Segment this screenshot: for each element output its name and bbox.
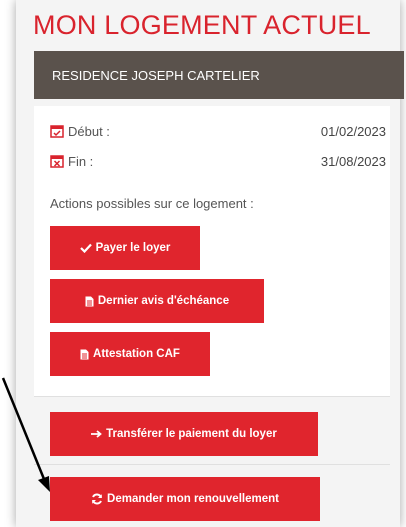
- document-icon: [80, 349, 89, 359]
- caf-certificate-button[interactable]: Attestation CAF: [50, 332, 210, 376]
- refresh-icon: [92, 493, 102, 505]
- end-date-label: Fin :: [68, 154, 94, 169]
- renewal-label: Demander mon renouvellement: [107, 493, 279, 505]
- start-date-label: Début :: [68, 124, 110, 139]
- actions-label: Actions possibles sur ce logement :: [50, 196, 254, 211]
- document-icon: [85, 296, 94, 306]
- pay-rent-label: Payer le loyer: [95, 242, 171, 254]
- residence-header: RESIDENCE JOSEPH CARTELIER: [34, 51, 404, 99]
- arrow-right-icon: [91, 430, 103, 438]
- check-icon: [79, 243, 92, 253]
- pay-rent-button[interactable]: Payer le loyer: [50, 226, 200, 270]
- last-notice-label: Dernier avis d'échéance: [97, 295, 230, 307]
- end-date-value: 31/08/2023: [320, 154, 386, 169]
- transfer-payment-button[interactable]: Transférer le paiement du loyer: [50, 412, 318, 456]
- residence-name: RESIDENCE JOSEPH CARTELIER: [52, 68, 260, 83]
- calendar-x-icon: [50, 155, 64, 168]
- end-date-row: Fin : 31/08/2023: [50, 152, 388, 172]
- start-date-row: Début : 01/02/2023: [50, 122, 388, 142]
- last-notice-button[interactable]: Dernier avis d'échéance: [50, 279, 264, 323]
- renewal-button[interactable]: Demander mon renouvellement: [50, 477, 320, 521]
- divider: [34, 396, 390, 397]
- page-title: MON LOGEMENT ACTUEL: [33, 10, 371, 40]
- divider: [34, 464, 390, 465]
- caf-certificate-label: Attestation CAF: [93, 348, 180, 360]
- calendar-check-icon: [50, 125, 64, 138]
- housing-details-panel: Début : 01/02/2023 Fin : 31/08/2023 Acti…: [34, 106, 390, 396]
- transfer-payment-label: Transférer le paiement du loyer: [106, 428, 277, 440]
- start-date-value: 01/02/2023: [320, 124, 386, 139]
